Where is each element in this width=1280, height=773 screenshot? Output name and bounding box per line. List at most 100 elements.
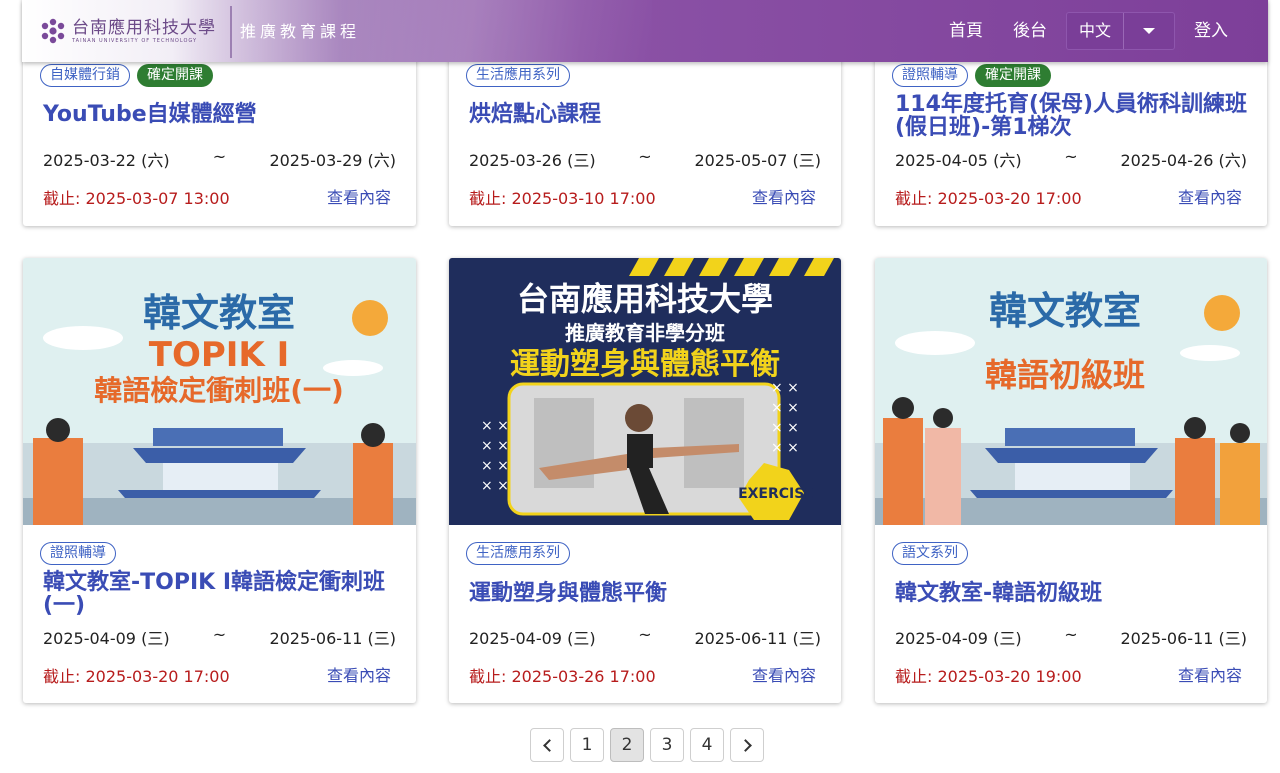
category-tag: 證照輔導 xyxy=(892,64,968,87)
banner-exercise-badge: EXERCISE xyxy=(738,486,814,502)
banner-title: 台南應用科技大學 xyxy=(517,280,773,318)
course-title[interactable]: 114年度托育(保母)人員術科訓練班(假日班)-第1梯次 xyxy=(895,93,1253,139)
confirmed-tag: 確定開課 xyxy=(975,64,1051,87)
language-select[interactable]: 中文 xyxy=(1065,12,1175,50)
prev-page-button[interactable] xyxy=(530,728,564,762)
course-title[interactable]: 韓文教室-TOPIK I韓語檢定衝刺班(一) xyxy=(43,571,402,617)
caret-down-icon[interactable] xyxy=(1124,13,1174,49)
chevron-right-icon xyxy=(738,738,752,752)
start-date: 2025-04-09 (三) xyxy=(895,629,1022,648)
course-title[interactable]: 韓文教室-韓語初級班 xyxy=(895,582,1253,605)
main-nav: 首頁 後台 中文 登入 xyxy=(934,0,1268,62)
course-dates: 2025-03-26 (三) ~ 2025-05-07 (三) xyxy=(469,147,821,171)
view-details-button[interactable]: 查看內容 xyxy=(1178,184,1242,208)
category-tag: 自媒體行銷 xyxy=(40,64,130,87)
banner-title: 韓文教室 xyxy=(143,291,295,335)
svg-text:× ×: × × xyxy=(771,380,799,396)
course-dates: 2025-04-05 (六) ~ 2025-04-26 (六) xyxy=(895,147,1247,171)
logo-divider xyxy=(230,6,232,58)
date-separator: ~ xyxy=(1064,625,1078,644)
page-button-3[interactable]: 3 xyxy=(650,728,684,762)
date-separator: ~ xyxy=(638,147,652,166)
banner-course-name: 韓語檢定衝刺班(一) xyxy=(94,374,344,407)
category-tag: 證照輔導 xyxy=(40,542,116,565)
course-title[interactable]: 運動塑身與體態平衡 xyxy=(469,582,827,605)
nav-login-link[interactable]: 登入 xyxy=(1179,0,1268,62)
end-date: 2025-04-26 (六) xyxy=(1120,151,1247,170)
category-tag: 語文系列 xyxy=(892,542,968,565)
korean-beginner-banner-image: 韓文教室 韓語初級班 xyxy=(875,258,1267,525)
view-details-button[interactable]: 查看內容 xyxy=(752,662,816,686)
svg-text:× ×: × × xyxy=(481,458,509,474)
end-date: 2025-03-29 (六) xyxy=(269,151,396,170)
site-title[interactable]: 推廣教育課程 xyxy=(240,18,360,42)
start-date: 2025-03-26 (三) xyxy=(469,151,596,170)
registration-deadline: 截止: 2025-03-20 17:00 xyxy=(43,667,230,686)
university-logo[interactable]: 台南應用科技大學 TAINAN UNIVERSITY OF TECHNOLOGY xyxy=(38,13,216,49)
svg-text:× ×: × × xyxy=(771,400,799,416)
date-separator: ~ xyxy=(212,147,227,166)
course-listing-page: 台南應用科技大學 TAINAN UNIVERSITY OF TECHNOLOGY… xyxy=(0,0,1280,773)
svg-text:× ×: × × xyxy=(481,418,509,434)
date-separator: ~ xyxy=(1064,147,1078,166)
date-separator: ~ xyxy=(212,625,227,644)
next-page-button[interactable] xyxy=(730,728,764,762)
logo-english-name: TAINAN UNIVERSITY OF TECHNOLOGY xyxy=(72,37,198,44)
svg-text:× ×: × × xyxy=(771,440,799,456)
registration-deadline: 截止: 2025-03-10 17:00 xyxy=(469,189,656,208)
category-tag: 生活應用系列 xyxy=(466,542,570,565)
start-date: 2025-04-05 (六) xyxy=(895,151,1022,170)
top-navbar: 台南應用科技大學 TAINAN UNIVERSITY OF TECHNOLOGY… xyxy=(22,0,1268,62)
registration-deadline: 截止: 2025-03-07 13:00 xyxy=(43,189,230,208)
korean-class-banner-image: 韓文教室 TOPIK I 韓語檢定衝刺班(一) xyxy=(23,258,416,525)
start-date: 2025-03-22 (六) xyxy=(43,151,170,170)
end-date: 2025-06-11 (三) xyxy=(269,629,396,648)
banner-title: 韓文教室 xyxy=(989,289,1141,333)
view-details-button[interactable]: 查看內容 xyxy=(752,184,816,208)
registration-deadline: 截止: 2025-03-20 19:00 xyxy=(895,667,1082,686)
course-title[interactable]: YouTube自媒體經營 xyxy=(43,103,402,126)
course-card[interactable]: × × × × × × × × × × × × × × × × 台南應用科技大學 推廣教育非… xyxy=(449,258,841,703)
view-details-button[interactable]: 查看內容 xyxy=(327,662,391,686)
svg-text:× ×: × × xyxy=(481,438,509,454)
svg-text:× ×: × × xyxy=(771,420,799,436)
view-details-button[interactable]: 查看內容 xyxy=(327,184,391,208)
course-dates: 2025-04-09 (三) ~ 2025-06-11 (三) xyxy=(895,625,1247,649)
course-dates: 2025-04-09 (三) ~ 2025-06-11 (三) xyxy=(43,625,396,649)
course-thumbnail[interactable]: 韓文教室 韓語初級班 xyxy=(875,258,1267,525)
svg-text:× ×: × × xyxy=(481,478,509,494)
page-button-4[interactable]: 4 xyxy=(690,728,724,762)
end-date: 2025-05-07 (三) xyxy=(694,151,821,170)
end-date: 2025-06-11 (三) xyxy=(1120,629,1247,648)
banner-subtitle: 推廣教育非學分班 xyxy=(565,321,725,345)
page-button-2-current[interactable]: 2 xyxy=(610,728,644,762)
banner-course-name: 運動塑身與體態平衡 xyxy=(510,347,780,382)
registration-deadline: 截止: 2025-03-20 17:00 xyxy=(895,189,1082,208)
pagination: 1 2 3 4 xyxy=(530,728,764,762)
course-dates: 2025-03-22 (六) ~ 2025-03-29 (六) xyxy=(43,147,396,171)
course-card[interactable]: 韓文教室 TOPIK I 韓語檢定衝刺班(一) 證照輔導 韓文教室-TOPIK … xyxy=(23,258,416,703)
start-date: 2025-04-09 (三) xyxy=(43,629,170,648)
course-thumbnail[interactable]: × × × × × × × × × × × × × × × × 台南應用科技大學 推廣教育非… xyxy=(449,258,841,525)
university-emblem-icon xyxy=(41,18,65,44)
language-label: 中文 xyxy=(1067,13,1124,49)
nav-admin-link[interactable]: 後台 xyxy=(998,0,1062,62)
confirmed-tag: 確定開課 xyxy=(137,64,213,87)
logo-chinese-name: 台南應用科技大學 xyxy=(72,17,216,38)
chevron-left-icon xyxy=(542,738,556,752)
nav-home-link[interactable]: 首頁 xyxy=(934,0,998,62)
course-title[interactable]: 烘焙點心課程 xyxy=(469,103,827,126)
date-separator: ~ xyxy=(638,625,652,644)
course-dates: 2025-04-09 (三) ~ 2025-06-11 (三) xyxy=(469,625,821,649)
end-date: 2025-06-11 (三) xyxy=(694,629,821,648)
category-tag: 生活應用系列 xyxy=(466,64,570,87)
view-details-button[interactable]: 查看內容 xyxy=(1178,662,1242,686)
exercise-banner-image: × × × × × × × × × × × × × × × × 台南應用科技大學 推廣教育非… xyxy=(449,258,841,525)
banner-course-name: 韓語初級班 xyxy=(985,356,1145,394)
course-card[interactable]: 韓文教室 韓語初級班 語文系列 韓文教室-韓語初級班 2025-04-09 (三… xyxy=(875,258,1267,703)
banner-subtitle: TOPIK I xyxy=(149,335,290,375)
page-button-1[interactable]: 1 xyxy=(570,728,604,762)
registration-deadline: 截止: 2025-03-26 17:00 xyxy=(469,667,656,686)
course-thumbnail[interactable]: 韓文教室 TOPIK I 韓語檢定衝刺班(一) xyxy=(23,258,416,525)
start-date: 2025-04-09 (三) xyxy=(469,629,596,648)
